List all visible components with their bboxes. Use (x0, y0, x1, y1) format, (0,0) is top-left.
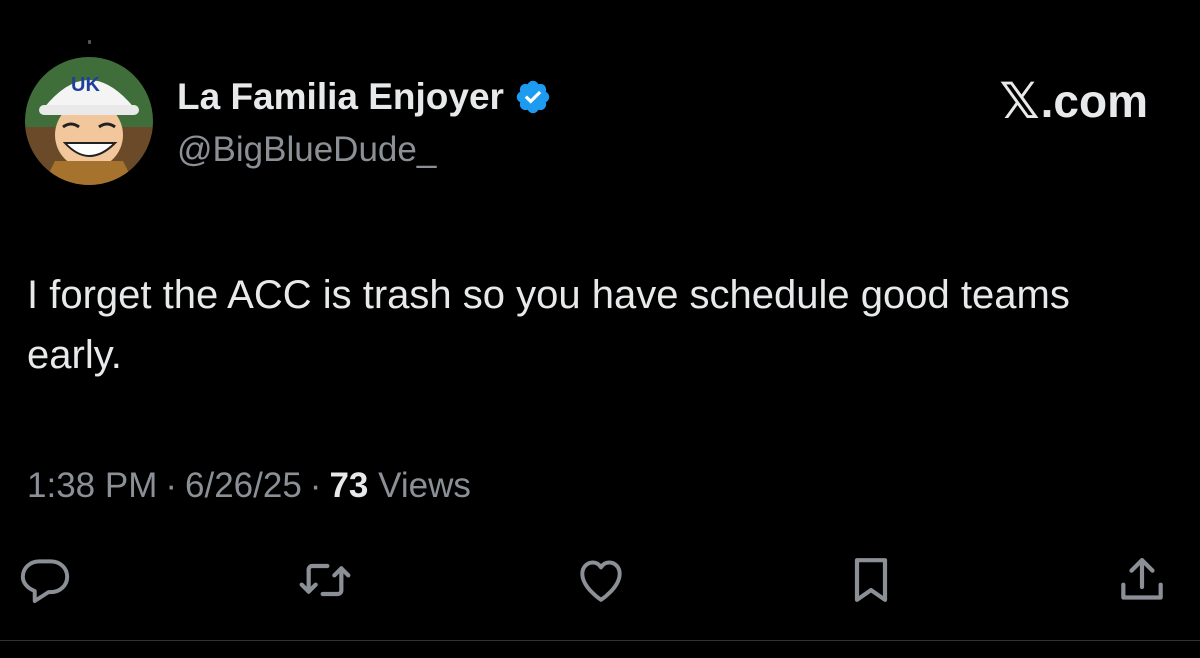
tweet-actions-bar (0, 552, 1200, 608)
brand-watermark: 𝕏 .com (999, 72, 1148, 130)
repost-icon (299, 563, 351, 597)
meta-separator: · (309, 466, 322, 505)
author-name-row[interactable]: La Familia Enjoyer (177, 76, 552, 118)
tweet-card: UK La Familia Enjoyer @BigBlueDude_ 𝕏 .c… (0, 0, 1200, 658)
reply-icon (20, 559, 70, 603)
heart-icon (580, 560, 622, 602)
repost-button[interactable] (297, 552, 353, 608)
bookmark-icon (854, 558, 888, 602)
x-logo-icon: 𝕏 (999, 72, 1040, 130)
bookmark-button[interactable] (843, 552, 899, 608)
brand-suffix: .com (1040, 75, 1148, 127)
scroll-indicator-dot (88, 40, 91, 44)
bottom-divider (0, 640, 1200, 641)
like-button[interactable] (573, 552, 629, 608)
author-display-name[interactable]: La Familia Enjoyer (177, 76, 504, 118)
tweet-text: I forget the ACC is trash so you have sc… (27, 273, 1070, 377)
verified-badge-icon (514, 78, 552, 116)
avatar-cartoon-character-icon: UK (25, 57, 153, 185)
share-icon (1121, 558, 1163, 600)
tweet-time[interactable]: 1:38 PM (27, 466, 157, 505)
share-button[interactable] (1114, 552, 1170, 608)
tweet-meta: 1:38 PM · 6/26/25 · 73 Views (27, 466, 471, 506)
reply-button[interactable] (17, 552, 73, 608)
views-label[interactable]: Views (378, 466, 471, 505)
tweet-date[interactable]: 6/26/25 (185, 466, 302, 505)
svg-text:UK: UK (71, 74, 100, 96)
author-avatar[interactable]: UK (25, 57, 153, 185)
author-handle[interactable]: @BigBlueDude_ (177, 130, 436, 170)
meta-separator: · (165, 466, 178, 505)
views-count[interactable]: 73 (329, 466, 368, 505)
